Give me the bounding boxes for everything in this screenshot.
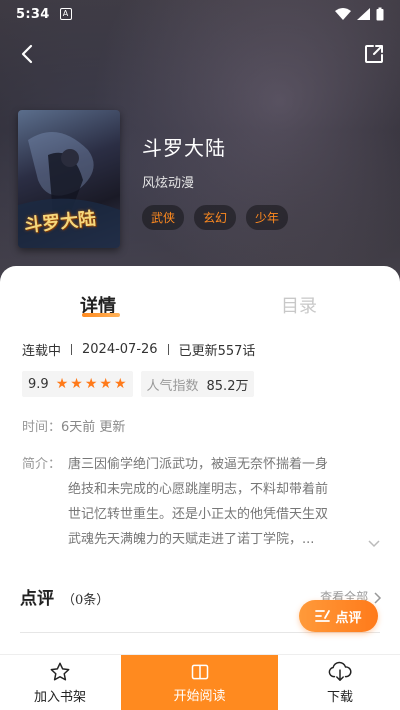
tag-list: 武侠 玄幻 少年 bbox=[142, 205, 289, 230]
divider bbox=[20, 632, 380, 633]
rating-value: 9.9 bbox=[28, 376, 49, 392]
status-icons bbox=[335, 7, 384, 21]
tag-wuxia[interactable]: 武侠 bbox=[142, 205, 185, 230]
update-time-row: 时间：6天前 更新 bbox=[22, 416, 125, 435]
back-arrow-icon[interactable] bbox=[16, 42, 40, 66]
rating-stars: ★ ★ ★ ★ ★ bbox=[56, 377, 127, 391]
time-value: 6天前 更新 bbox=[61, 420, 126, 435]
start-reading-label: 开始阅读 bbox=[173, 689, 226, 704]
book-title: 斗罗大陆 bbox=[142, 136, 226, 160]
tab-toc[interactable]: 目录 bbox=[281, 292, 317, 318]
chevron-right-icon bbox=[374, 591, 382, 604]
book-cover[interactable]: 斗罗大陆 bbox=[18, 110, 120, 248]
review-header: 点评 （0条） bbox=[20, 584, 109, 609]
share-icon[interactable] bbox=[362, 42, 386, 66]
synopsis-label: 简介： bbox=[22, 457, 62, 472]
wifi-icon bbox=[335, 8, 351, 20]
add-to-shelf-label: 加入书架 bbox=[33, 690, 86, 705]
rating-box: 9.9 ★ ★ ★ ★ ★ bbox=[22, 371, 133, 397]
chevron-down-icon[interactable] bbox=[368, 540, 380, 548]
update-date: 2024-07-26 bbox=[82, 342, 158, 357]
star-icon: ★ bbox=[99, 376, 112, 392]
review-title: 点评 bbox=[20, 589, 54, 609]
write-review-button[interactable]: 点评 bbox=[299, 600, 378, 632]
tab-bar: 详情 目录 bbox=[0, 266, 400, 332]
tag-xuanhuan[interactable]: 玄幻 bbox=[194, 205, 237, 230]
bottom-action-bar: 加入书架 开始阅读 下载 bbox=[0, 654, 400, 710]
status-bar: 5:34 A bbox=[0, 0, 400, 28]
star-icon: ★ bbox=[113, 376, 127, 392]
synopsis-line: 唐三因偷学绝门派武功，被逼无奈怀揣着一身 bbox=[68, 457, 329, 472]
star-outline-icon bbox=[50, 662, 70, 681]
cloud-download-icon bbox=[328, 661, 352, 681]
download-button[interactable]: 下载 bbox=[300, 655, 380, 710]
edit-icon bbox=[315, 610, 331, 622]
time-label: 时间： bbox=[22, 420, 62, 435]
top-nav bbox=[0, 38, 400, 70]
synopsis-line: 武魂先天满魄力的天赋走进了诺丁学院，... bbox=[68, 532, 315, 547]
synopsis-line: 绝技和未完成的心愿跳崖明志，不料却带着前 bbox=[68, 482, 329, 497]
book-open-icon bbox=[191, 664, 208, 680]
book-author: 风炫动漫 bbox=[142, 176, 195, 191]
divider bbox=[71, 344, 73, 355]
star-icon: ★ bbox=[84, 376, 98, 392]
serial-status: 连载中 bbox=[22, 344, 62, 359]
tag-shaonian[interactable]: 少年 bbox=[246, 205, 289, 230]
meta-row: 连载中 2024-07-26 已更新557话 bbox=[22, 340, 255, 359]
download-label: 下载 bbox=[326, 690, 353, 705]
review-count: （0条） bbox=[62, 593, 110, 608]
tab-indicator bbox=[82, 313, 120, 317]
score-row: 9.9 ★ ★ ★ ★ ★ 人气指数 85.2万 bbox=[22, 371, 255, 397]
chapter-count: 已更新557话 bbox=[178, 344, 256, 359]
star-icon: ★ bbox=[70, 376, 83, 392]
write-review-label: 点评 bbox=[335, 610, 362, 626]
notification-icon: A bbox=[59, 8, 72, 20]
synopsis-text: 唐三因偷学绝门派武功，被逼无奈怀揣着一身 绝技和未完成的心愿跳崖明志，不料却带着… bbox=[68, 452, 380, 552]
status-time: 5:34 bbox=[16, 6, 50, 22]
signal-icon bbox=[357, 8, 370, 20]
start-reading-button[interactable]: 开始阅读 bbox=[121, 655, 278, 710]
add-to-shelf-button[interactable]: 加入书架 bbox=[20, 655, 100, 710]
star-icon: ★ bbox=[55, 376, 69, 392]
popularity-value: 85.2万 bbox=[206, 378, 249, 394]
synopsis-line: 世记忆转世重生。还是小正太的他凭借天生双 bbox=[68, 507, 329, 522]
popularity-box: 人气指数 85.2万 bbox=[140, 371, 255, 397]
divider bbox=[167, 344, 169, 355]
popularity-label: 人气指数 bbox=[146, 378, 199, 394]
battery-icon bbox=[376, 7, 384, 21]
synopsis[interactable]: 简介： 唐三因偷学绝门派武功，被逼无奈怀揣着一身 绝技和未完成的心愿跳崖明志，不… bbox=[22, 452, 382, 552]
